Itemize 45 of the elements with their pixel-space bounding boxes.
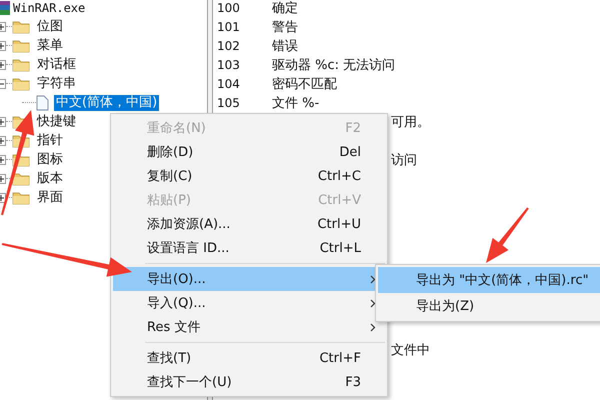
menu-item[interactable]: 添加资源(A)... Ctrl+U	[113, 212, 385, 236]
folder-icon	[12, 190, 30, 204]
tree-item[interactable]: 版本	[35, 170, 65, 186]
folder-icon	[12, 172, 30, 186]
document-icon	[36, 94, 49, 110]
tree-item[interactable]: 菜单	[35, 38, 65, 54]
tree-item[interactable]: 位图	[35, 18, 65, 34]
string-id: 105	[216, 96, 241, 110]
tree-item[interactable]: 中文(简体，中国)	[54, 94, 160, 110]
string-text: 错误	[272, 38, 298, 54]
tree-root-label[interactable]: WinRAR.exe	[13, 0, 86, 14]
tree-item[interactable]: 指针	[35, 132, 65, 148]
tree-item[interactable]: 对话框	[35, 56, 78, 72]
archive-icon	[0, 0, 10, 14]
pointer-arrow	[486, 207, 529, 263]
string-id: 103	[216, 58, 241, 72]
string-id: 102	[216, 38, 241, 52]
folder-icon	[12, 58, 30, 72]
string-id: 104	[216, 76, 241, 90]
folder-icon	[12, 38, 30, 52]
string-text: 警告	[272, 18, 298, 36]
string-text: 文件中	[391, 342, 430, 358]
chevron-right-icon	[370, 322, 376, 332]
chevron-right-icon	[370, 298, 376, 308]
tree-item[interactable]: 界面	[35, 190, 65, 206]
string-text: 可用。	[391, 114, 430, 130]
folder-icon	[12, 20, 30, 34]
menu-item[interactable]: 复制(C) Ctrl+C	[113, 164, 385, 188]
tree-item[interactable]: 字符串	[35, 76, 78, 92]
string-text: 确定	[272, 0, 298, 16]
string-text: 密码不匹配	[272, 76, 337, 92]
menu-item[interactable]: 设置语言 ID... Ctrl+L	[113, 236, 385, 260]
string-text: 文件 %-	[272, 94, 320, 112]
string-id: 101	[216, 20, 241, 34]
menu-item[interactable]: 查找下一个(U) F3	[113, 370, 385, 394]
tree-item[interactable]: 快捷键	[35, 114, 78, 130]
string-text: 驱动器 %c: 无法访问	[272, 56, 396, 74]
menu-item[interactable]: 删除(D) Del	[113, 140, 385, 164]
tree-item[interactable]: 图标	[35, 152, 65, 168]
chevron-right-icon	[370, 274, 376, 284]
string-text: 访问	[391, 152, 417, 168]
menu-item[interactable]: 查找(T) Ctrl+F	[113, 346, 385, 370]
folder-icon	[12, 76, 30, 90]
menu-item[interactable]: 导出为 "中文(简体，中国).rc"	[378, 267, 600, 293]
string-id: 100	[216, 0, 241, 14]
